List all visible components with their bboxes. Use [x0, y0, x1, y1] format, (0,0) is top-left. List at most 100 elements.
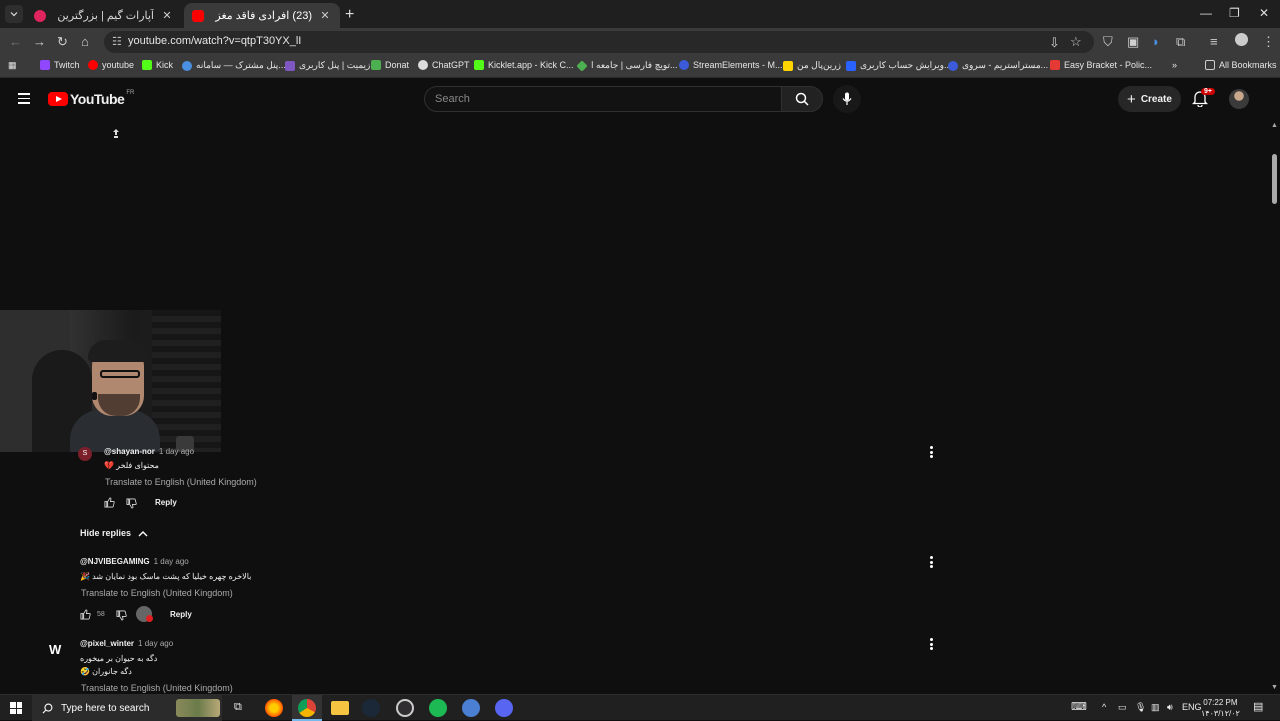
task-view-icon[interactable]: ⧉ [234, 701, 242, 714]
site-info-icon[interactable]: ☷ [112, 35, 122, 48]
windows-start-icon[interactable] [10, 702, 22, 714]
translate-link[interactable]: Translate to English (United Kingdom) [81, 683, 233, 693]
bookmark-kick[interactable]: Kick [142, 60, 173, 70]
masterstream-icon [948, 60, 958, 71]
bookmark-youtube[interactable]: youtube [88, 60, 134, 70]
scroll-down-icon[interactable]: ▼ [1271, 684, 1278, 691]
comment-text: محتوای فلخر 💔 [104, 461, 159, 470]
volume-icon[interactable]: 🔊︎ [1167, 702, 1173, 713]
profile-icon[interactable] [1235, 33, 1248, 46]
thumbs-down-icon[interactable] [116, 610, 127, 621]
bookmark-zimit[interactable]: زیمیت | پنل کاربری [285, 60, 370, 71]
tab-aparat[interactable]: آپارات گیم | بزرگترین سرویس استریم ✕ [26, 3, 182, 28]
bookmark-zarinpal[interactable]: زرین‌پال من [783, 60, 841, 71]
discord-icon[interactable] [495, 699, 513, 717]
all-bookmarks[interactable]: All Bookmarks [1205, 60, 1277, 70]
vscode-like-icon[interactable] [462, 699, 480, 717]
search-input[interactable] [424, 86, 782, 112]
microphone-icon[interactable]: 🎙︎ [1135, 702, 1146, 713]
new-tab-button[interactable]: + [345, 6, 354, 24]
page-scrollbar[interactable] [1268, 120, 1280, 694]
scroll-up-icon[interactable]: ▲ [1271, 122, 1278, 129]
keyboard-icon[interactable]: ⌨ [1071, 700, 1087, 713]
plus-icon: + [1127, 90, 1136, 108]
address-bar[interactable]: ☷ youtube.com/watch?v=qtpT30YX_lI ⇩ ☆ [104, 31, 1094, 53]
bookmarks-overflow-icon[interactable]: » [1172, 60, 1177, 70]
more-menu-icon[interactable]: ⋮ [1262, 34, 1275, 50]
voice-search-button[interactable] [833, 85, 861, 113]
obs-icon[interactable] [396, 699, 414, 717]
kick-icon [142, 60, 152, 70]
bookmark-label: ChatGPT [432, 60, 470, 70]
vpn-icon[interactable]: ▣ [1127, 34, 1139, 50]
tab-youtube[interactable]: (23) افرادی فاقد مغز - YouTube ✕ [184, 3, 340, 28]
tab-search-dropdown[interactable] [5, 5, 23, 23]
scrollbar-thumb[interactable] [1272, 154, 1277, 204]
comment-author[interactable]: @NJVIBEGAMING [80, 557, 150, 566]
webcam-overlay [0, 310, 221, 452]
youtube-logo[interactable]: YouTube FR [48, 90, 134, 107]
comment-more-icon[interactable] [930, 446, 934, 460]
input-language[interactable]: ENG [1182, 702, 1202, 712]
comment-more-icon[interactable] [930, 556, 934, 570]
bookmark-panel[interactable]: پنل مشترک — سامانه... [182, 60, 286, 71]
tray-overflow-icon[interactable]: ^ [1102, 702, 1106, 712]
meet-now-icon[interactable]: ▭ [1118, 702, 1127, 713]
commenter-avatar[interactable]: W [49, 642, 67, 657]
taskbar-clock[interactable]: 07:22 PM ۱۴۰۳/۱۲/۰۲ [1201, 697, 1240, 719]
bookmark-streamelements[interactable]: StreamElements - M... [679, 60, 783, 70]
hide-replies-button[interactable]: Hide replies [80, 528, 148, 538]
bookmark-twitch-farsi[interactable]: تویچ فارسی | جامعه ا... [576, 59, 678, 72]
bookmark-masterstream[interactable]: مستراستریم - سروی... [948, 60, 1048, 71]
back-icon[interactable]: ← [9, 34, 22, 49]
bookmark-donat[interactable]: Donat [371, 60, 409, 70]
comment-author[interactable]: @pixel_winter [80, 639, 134, 648]
thumbs-down-icon[interactable] [126, 498, 137, 509]
translate-link[interactable]: Translate to English (United Kingdom) [105, 477, 257, 487]
close-icon[interactable]: ✕ [318, 9, 332, 22]
close-window-button[interactable]: ✕ [1259, 6, 1269, 20]
thumbs-up-icon[interactable] [80, 609, 91, 620]
comment-time[interactable]: 1 day ago [138, 639, 173, 648]
steam-icon[interactable] [362, 699, 380, 717]
search-button[interactable] [781, 86, 823, 112]
bookmark-twitch[interactable]: Twitch [40, 60, 80, 70]
comment-author[interactable]: @shayan-nor [104, 447, 155, 456]
home-icon[interactable]: ⌂ [81, 34, 89, 49]
audio-extension-icon[interactable]: ◗ [1152, 34, 1160, 49]
network-icon[interactable]: ▥ [1151, 702, 1160, 713]
translate-link[interactable]: Translate to English (United Kingdom) [81, 588, 233, 598]
reading-list-icon[interactable]: ≡ [1210, 34, 1218, 49]
comment-more-icon[interactable] [930, 638, 934, 652]
commenter-avatar[interactable]: S [78, 447, 92, 461]
bookmark-easy-bracket[interactable]: Easy Bracket - Polic... [1050, 60, 1152, 70]
close-icon[interactable]: ✕ [160, 9, 174, 22]
star-icon[interactable]: ☆ [1070, 34, 1082, 50]
spotify-icon[interactable] [429, 699, 447, 717]
thumbs-up-icon[interactable] [104, 497, 115, 508]
comment-time[interactable]: 1 day ago [154, 557, 189, 566]
reply-button[interactable]: Reply [170, 610, 192, 619]
comment-time[interactable]: 1 day ago [159, 447, 194, 456]
bookmark-kicklet[interactable]: Kicklet.app - Kick C... [474, 60, 574, 70]
chevron-down-icon [10, 12, 18, 17]
restore-button[interactable]: ❐ [1229, 6, 1240, 20]
file-explorer-icon[interactable] [331, 701, 349, 715]
reply-button[interactable]: Reply [155, 498, 177, 507]
install-icon[interactable]: ⇩ [1049, 35, 1060, 51]
extensions-icon[interactable]: ⧉ [1176, 34, 1185, 50]
apps-icon[interactable]: ▦ [8, 60, 17, 71]
taskbar-search[interactable]: Type here to search [32, 695, 222, 721]
bookmark-edit-account[interactable]: ویرایش حساب کاربری... [846, 60, 952, 71]
create-button[interactable]: + Create [1118, 86, 1181, 112]
account-avatar[interactable] [1229, 89, 1249, 109]
shield-icon[interactable]: ⛉ [1103, 34, 1113, 50]
bookmark-chatgpt[interactable]: ChatGPT [418, 60, 470, 70]
reload-icon[interactable]: ↻ [57, 34, 68, 50]
notification-center-icon[interactable]: ▤ [1253, 700, 1263, 713]
minimize-button[interactable]: — [1200, 6, 1212, 20]
chrome-icon[interactable] [298, 699, 316, 717]
firefox-icon[interactable] [265, 699, 283, 717]
forward-icon[interactable]: → [33, 34, 46, 49]
hamburger-menu-icon[interactable] [18, 93, 30, 107]
